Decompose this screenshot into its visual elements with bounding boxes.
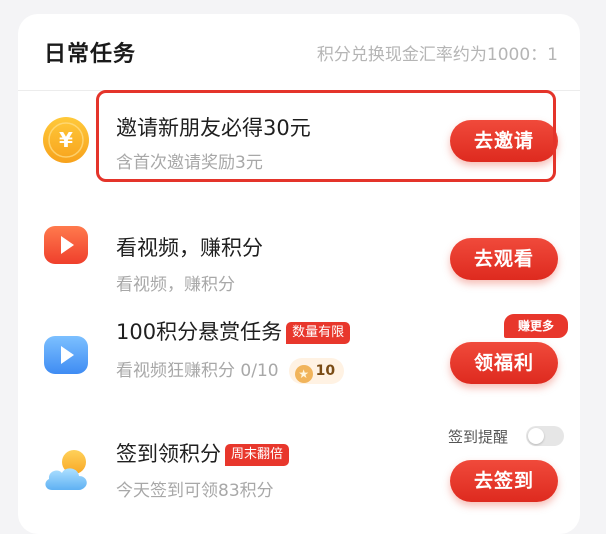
star-coin-icon: ★: [294, 365, 313, 383]
toggle-knob: [528, 428, 544, 444]
checkin-reminder-label: 签到提醒: [448, 428, 509, 446]
watch-button[interactable]: 去观看: [450, 238, 558, 280]
task-subtitle: 看视频狂赚积分 0/10: [116, 361, 279, 381]
reward-pill: ★ 10: [288, 358, 345, 384]
task-subtitle: 今天签到可领83积分: [116, 481, 274, 501]
exchange-rate-text: 积分兑换现金汇率约为1000：1: [316, 45, 558, 65]
claim-welfare-button[interactable]: 领福利: [450, 342, 558, 384]
video-play-blue-icon: [44, 336, 88, 374]
task-title-line: 100积分悬赏任务 数量有限: [116, 316, 351, 346]
card-header: 日常任务 积分兑换现金汇率约为1000：1: [18, 14, 580, 91]
task-title: 看视频，赚积分: [116, 236, 263, 260]
weekend-double-tag: 周末翻倍: [225, 444, 290, 466]
limited-tag: 数量有限: [286, 322, 351, 344]
task-row-watch-video: 看视频，赚积分 看视频，赚积分 去观看: [18, 190, 580, 295]
highlight-frame: [96, 90, 556, 182]
task-subtitle: 看视频，赚积分: [116, 275, 235, 295]
task-title: 签到领积分: [116, 442, 221, 466]
task-title: 100积分悬赏任务: [116, 320, 283, 344]
weather-cloud-icon: [45, 450, 87, 490]
video-play-icon: [44, 226, 88, 264]
yuan-coin-icon: ¥: [43, 117, 89, 163]
section-title: 日常任务: [44, 42, 137, 67]
earn-more-badge: 赚更多: [502, 312, 570, 340]
task-title-line: 签到领积分 周末翻倍: [116, 438, 290, 468]
task-subtitle-line: 看视频狂赚积分 0/10 ★ 10: [116, 356, 345, 384]
task-row-bounty: 100积分悬赏任务 数量有限 看视频狂赚积分 0/10 ★ 10 领福利: [18, 304, 580, 404]
svg-text:¥: ¥: [59, 128, 73, 152]
checkin-button[interactable]: 去签到: [450, 460, 558, 502]
checkin-reminder-toggle[interactable]: [526, 426, 564, 446]
daily-tasks-card: 日常任务 积分兑换现金汇率约为1000：1 ¥ 邀请新朋友必得30元 含首次邀请…: [18, 14, 580, 534]
reward-amount: 10: [315, 363, 336, 379]
